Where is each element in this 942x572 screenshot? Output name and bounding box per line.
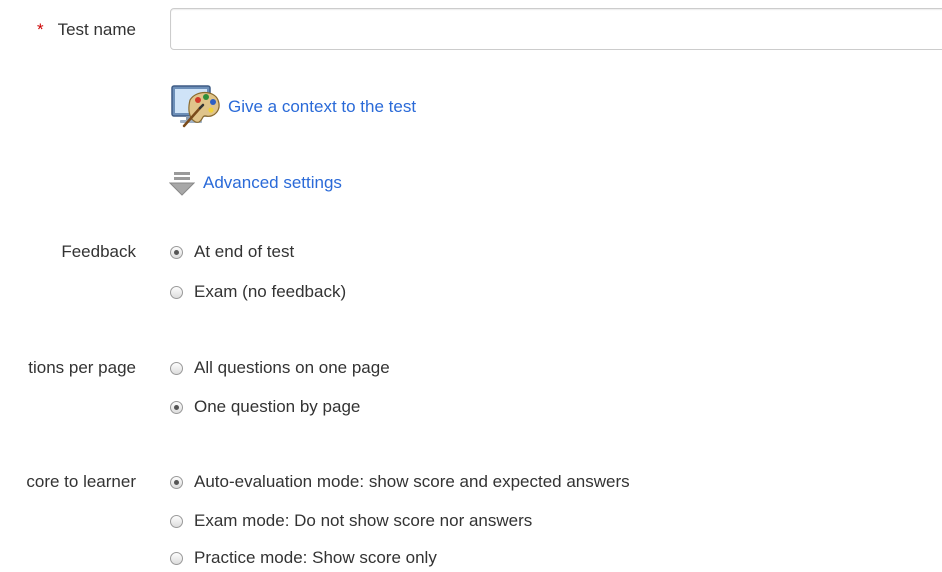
radio-label: Exam (no feedback): [194, 282, 347, 301]
radio-label: All questions on one page: [194, 358, 390, 377]
test-name-label: * Test name: [37, 20, 136, 40]
radio-label: Auto-evaluation mode: show score and exp…: [194, 472, 630, 491]
test-name-input[interactable]: [170, 8, 942, 50]
questions-per-page-label: tions per page: [28, 358, 136, 377]
test-settings-form: * Test name Give a context to the test A…: [0, 0, 942, 572]
score-option-practice-mode[interactable]: Practice mode: Show score only: [170, 548, 437, 568]
questions-option-all-on-one-page[interactable]: All questions on one page: [170, 358, 390, 378]
palette-monitor-icon: [171, 85, 220, 128]
feedback-option-end-of-test[interactable]: At end of test: [170, 242, 294, 262]
feedback-option-exam[interactable]: Exam (no feedback): [170, 282, 346, 302]
radio-button[interactable]: [170, 245, 183, 259]
advanced-settings-link[interactable]: Advanced settings: [169, 170, 342, 196]
context-link-label: Give a context to the test: [228, 97, 417, 116]
radio-label: Exam mode: Do not show score nor answers: [194, 511, 533, 530]
radio-button[interactable]: [170, 551, 183, 565]
score-option-auto-evaluation[interactable]: Auto-evaluation mode: show score and exp…: [170, 472, 630, 492]
radio-button[interactable]: [170, 361, 183, 375]
context-link[interactable]: Give a context to the test: [170, 82, 416, 132]
radio-label: At end of test: [194, 242, 295, 261]
advanced-settings-label: Advanced settings: [203, 173, 342, 192]
radio-button[interactable]: [170, 514, 183, 528]
radio-label: One question by page: [194, 397, 361, 416]
score-to-learner-label: core to learner: [26, 472, 136, 491]
radio-label: Practice mode: Show score only: [194, 548, 437, 567]
questions-option-one-by-page[interactable]: One question by page: [170, 397, 360, 417]
test-name-label-text: Test name: [57, 20, 136, 39]
radio-button[interactable]: [170, 400, 183, 414]
arrow-down-icon: [169, 172, 195, 196]
required-marker: *: [36, 20, 44, 39]
feedback-label: Feedback: [61, 242, 136, 261]
score-option-exam-mode[interactable]: Exam mode: Do not show score nor answers: [170, 511, 532, 531]
radio-button[interactable]: [170, 285, 183, 299]
radio-button[interactable]: [170, 475, 183, 489]
